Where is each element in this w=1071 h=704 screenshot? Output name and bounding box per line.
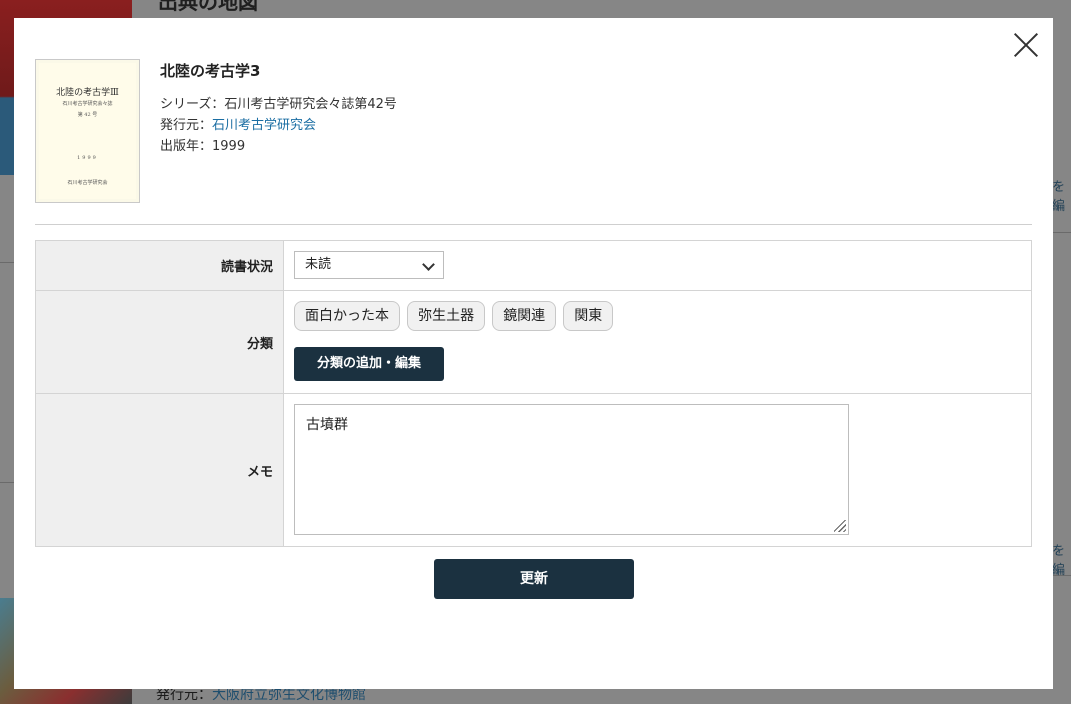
publisher-label: 発行元： (160, 118, 213, 133)
memo-textarea[interactable]: 古墳群 (294, 404, 849, 535)
series-label: シリーズ： (160, 97, 225, 112)
update-button[interactable]: 更新 (434, 559, 634, 599)
series-value: 石川考古学研究会々誌第42号 (224, 97, 397, 112)
status-label: 読書状況 (35, 240, 284, 291)
cover-subtitle: 石川考古学研究会々誌 (62, 101, 113, 107)
book-detail-modal: 北陸の考古学Ⅲ 石川考古学研究会々誌 第 42 号 1999 石川考古学研究会 … (14, 18, 1053, 689)
memo-cell: 古墳群 (283, 393, 1032, 547)
book-form-table: 読書状況 未読 分類 面白かった本 弥生土器 鏡関連 関東 分類の追加・編集 メ… (35, 240, 1032, 547)
background-heading: 出典の地図 (158, 0, 258, 14)
category-tags: 面白かった本 弥生土器 鏡関連 関東 (294, 301, 1021, 331)
cover-publisher: 石川考古学研究会 (67, 180, 108, 186)
book-info: 北陸の考古学3 シリーズ：石川考古学研究会々誌第42号 発行元：石川考古学研究会… (160, 59, 397, 157)
book-publisher: 発行元：石川考古学研究会 (160, 115, 397, 136)
add-edit-category-button[interactable]: 分類の追加・編集 (294, 347, 444, 381)
cover-title: 北陸の考古学Ⅲ (56, 88, 119, 98)
year-value: 1999 (212, 139, 246, 154)
background-divider (0, 482, 14, 483)
category-cell: 面白かった本 弥生土器 鏡関連 関東 分類の追加・編集 (283, 290, 1032, 394)
status-cell: 未読 (283, 240, 1032, 291)
background-divider (0, 262, 14, 263)
background-edit-link[interactable]: を編 (1052, 540, 1071, 578)
book-cover-inner: 北陸の考古学Ⅲ 石川考古学研究会々誌 第 42 号 1999 石川考古学研究会 (39, 63, 136, 199)
book-cover-image: 北陸の考古学Ⅲ 石川考古学研究会々誌 第 42 号 1999 石川考古学研究会 (35, 59, 140, 203)
category-tag[interactable]: 面白かった本 (294, 301, 400, 331)
cover-number: 第 42 号 (77, 112, 98, 118)
close-icon[interactable] (1013, 32, 1039, 58)
book-year: 出版年：1999 (160, 136, 397, 157)
year-label: 出版年： (160, 139, 213, 154)
book-header: 北陸の考古学Ⅲ 石川考古学研究会々誌 第 42 号 1999 石川考古学研究会 … (35, 59, 1032, 225)
background-divider (1053, 232, 1071, 233)
memo-label: メモ (35, 393, 284, 547)
resize-handle-icon[interactable] (834, 520, 846, 532)
status-row: 読書状況 未読 (35, 240, 1032, 291)
reading-status-select[interactable]: 未読 (294, 251, 444, 279)
category-label: 分類 (35, 290, 284, 394)
category-tag[interactable]: 関東 (563, 301, 614, 331)
background-publisher-link[interactable]: 大阪府立弥生文化博物館 (212, 687, 366, 703)
category-tag[interactable]: 弥生土器 (407, 301, 486, 331)
book-series: シリーズ：石川考古学研究会々誌第42号 (160, 94, 397, 115)
category-tag[interactable]: 鏡関連 (492, 301, 557, 331)
memo-text: 古墳群 (306, 417, 348, 433)
background-edit-link[interactable]: を編 (1052, 176, 1071, 214)
chevron-down-icon (422, 258, 435, 271)
book-title: 北陸の考古学3 (160, 62, 261, 80)
background-publisher-label: 発行元： (156, 687, 212, 703)
reading-status-value: 未読 (305, 257, 332, 272)
category-row: 分類 面白かった本 弥生土器 鏡関連 関東 分類の追加・編集 (35, 290, 1032, 394)
memo-row: メモ 古墳群 (35, 393, 1032, 547)
cover-year: 1999 (77, 155, 98, 161)
publisher-link[interactable]: 石川考古学研究会 (212, 118, 316, 133)
